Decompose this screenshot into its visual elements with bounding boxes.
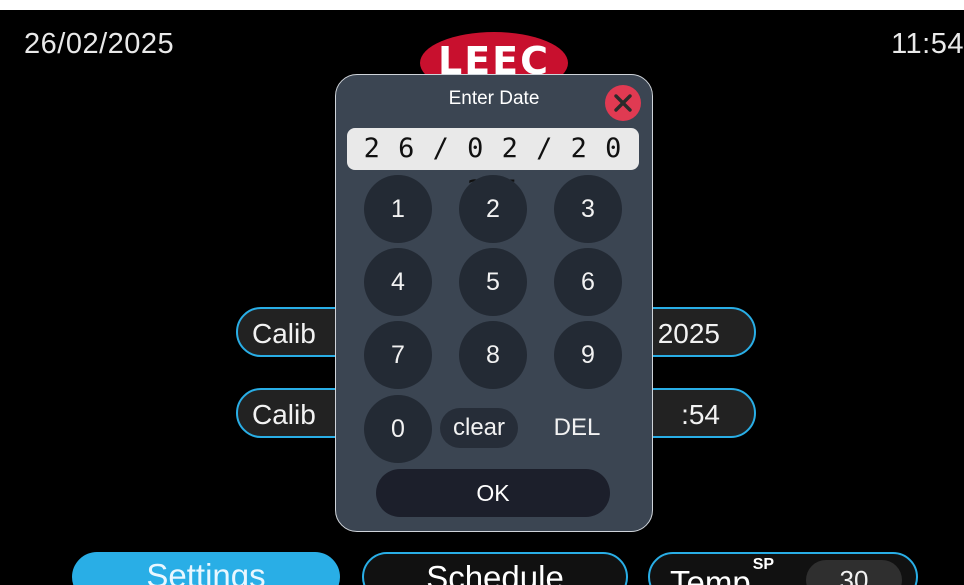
ok-button[interactable]: OK	[376, 469, 610, 517]
calibration-time-label: Calib	[252, 399, 316, 430]
temperature-label: Temp	[670, 564, 751, 585]
key-8[interactable]: 8	[459, 321, 527, 389]
calibration-time-value: :54	[681, 399, 720, 430]
close-button[interactable]	[605, 85, 641, 121]
key-3[interactable]: 3	[554, 175, 622, 243]
date-input-field[interactable]: 2 6 / 0 2 / 2 0 2 5	[347, 128, 639, 206]
temperature-label-group: Temp SP	[670, 554, 774, 585]
top-white-bar	[0, 0, 964, 10]
key-7[interactable]: 7	[364, 321, 432, 389]
calibration-date-value: 2025	[657, 318, 720, 349]
calibration-date-label: Calib	[252, 318, 316, 349]
clear-button[interactable]: clear	[440, 408, 518, 448]
key-9[interactable]: 9	[554, 321, 622, 389]
header-time: 11:54	[891, 28, 964, 60]
key-1[interactable]: 1	[364, 175, 432, 243]
setpoint-superscript: SP	[752, 556, 775, 573]
key-6[interactable]: 6	[554, 248, 622, 316]
tab-schedule[interactable]: Schedule	[362, 552, 628, 585]
enter-date-dialog: Enter Date 2 6 / 0 2 / 2 0 2 5 1 2 3 4 5…	[335, 74, 653, 532]
header-date: 26/02/2025	[24, 28, 175, 60]
key-4[interactable]: 4	[364, 248, 432, 316]
key-5[interactable]: 5	[459, 248, 527, 316]
close-icon	[614, 94, 632, 112]
key-2[interactable]: 2	[459, 175, 527, 243]
tab-settings[interactable]: Settings	[72, 552, 340, 585]
tab-temperature[interactable]: Temp SP 30	[648, 552, 918, 585]
key-0[interactable]: 0	[364, 395, 432, 463]
temperature-setpoint-value: 30	[806, 560, 902, 585]
delete-button[interactable]: DEL	[542, 408, 612, 448]
